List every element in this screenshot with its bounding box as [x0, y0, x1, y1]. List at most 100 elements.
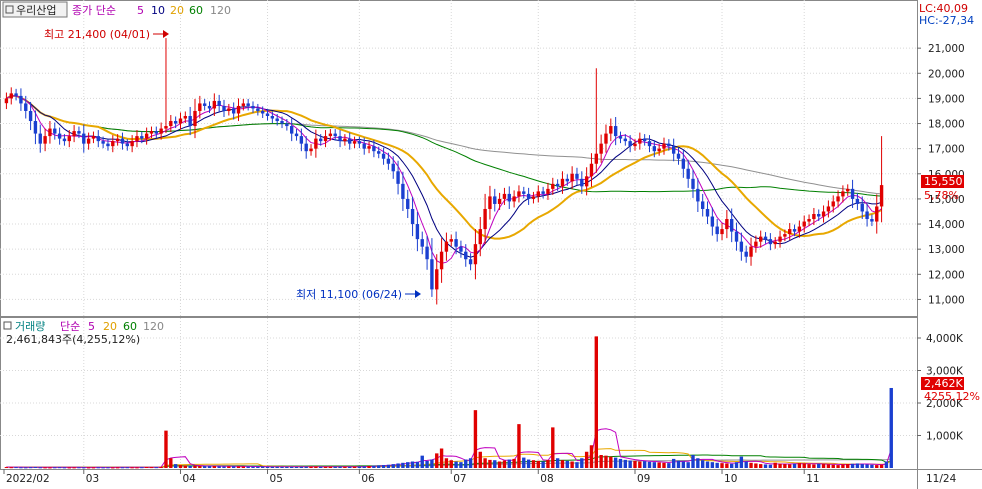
- volume-bar: [352, 466, 357, 468]
- volume-bar: [207, 466, 212, 468]
- volume-bar: [241, 466, 246, 468]
- volume-bar: [270, 466, 275, 468]
- volume-bar: [850, 463, 855, 468]
- candle-body: [28, 110, 33, 122]
- volume-bar: [449, 460, 453, 468]
- candle-body: [439, 251, 444, 270]
- volume-bar: [696, 458, 700, 468]
- candle-body: [783, 234, 787, 237]
- volume-bar: [111, 467, 115, 469]
- volume-bar: [613, 457, 618, 468]
- volume-bar: [584, 451, 589, 468]
- volume-bar: [560, 460, 565, 468]
- candle-body: [4, 98, 9, 104]
- volume-bar: [580, 458, 584, 468]
- volume-bar: [72, 467, 76, 469]
- volume-bar: [555, 458, 560, 468]
- candle-body: [425, 246, 429, 260]
- volume-bar: [773, 462, 777, 468]
- volume-bar: [652, 462, 657, 468]
- candle-body: [609, 126, 613, 134]
- date-tick-label: 11: [806, 473, 819, 485]
- volume-bar: [410, 461, 415, 468]
- candle-body: [396, 171, 400, 184]
- volume-bar: [202, 466, 207, 468]
- volume-bar: [604, 455, 608, 468]
- volume-bar: [575, 462, 579, 468]
- volume-bar: [439, 448, 444, 468]
- volume-bar: [246, 466, 250, 468]
- candle-body: [551, 183, 555, 189]
- volume-bar: [144, 467, 149, 469]
- candle-body: [323, 136, 328, 142]
- candle-body: [584, 176, 589, 187]
- volume-bar: [280, 466, 284, 468]
- candle-body: [623, 138, 628, 142]
- volume-bar: [464, 459, 468, 468]
- candle-body: [517, 191, 521, 197]
- stock-chart: 11,000 12,000 13,000 14,000 15,000 16,000 17,0…: [0, 0, 982, 489]
- candle-body: [449, 239, 453, 242]
- chart-canvas: 11,00012,00013,00014,00015,00016,00017,0…: [0, 0, 982, 489]
- volume-bar: [788, 464, 792, 468]
- volume-bar: [642, 461, 647, 468]
- candle-body: [260, 110, 265, 114]
- candle-body: [802, 221, 806, 227]
- volume-bar: [517, 424, 521, 468]
- volume-bar: [357, 466, 362, 468]
- candle-body: [667, 143, 671, 147]
- candle-body: [720, 229, 724, 235]
- candle-body: [526, 193, 531, 199]
- volume-bar: [589, 445, 594, 468]
- volume-bar: [638, 461, 642, 468]
- candle-body: [768, 239, 773, 245]
- candle-body: [115, 138, 120, 142]
- volume-bar: [290, 466, 294, 468]
- candle-body: [19, 95, 23, 104]
- price-tick-label: 11,000: [928, 294, 965, 306]
- volume-bar: [173, 464, 178, 468]
- volume-period-120: 120: [143, 320, 164, 333]
- candle-body: [82, 133, 86, 144]
- candle-body: [198, 103, 202, 111]
- candle-body: [270, 116, 275, 119]
- volume-bar: [478, 451, 482, 468]
- volume-bar: [164, 430, 168, 468]
- volume-bar: [691, 455, 695, 468]
- volume-bar: [57, 467, 62, 469]
- candle-body: [473, 244, 478, 265]
- candle-body: [633, 143, 637, 147]
- volume-bar: [594, 336, 598, 468]
- candle-body: [860, 203, 864, 212]
- date-tick-label: 09: [637, 473, 650, 485]
- candle-body: [154, 131, 158, 134]
- candle-body: [522, 191, 526, 194]
- candle-body: [671, 146, 676, 154]
- candle-body: [497, 198, 502, 204]
- volume-bar: [623, 459, 628, 468]
- volume-bar: [183, 465, 188, 468]
- volume-bar: [536, 460, 540, 468]
- volume-bar: [768, 464, 773, 468]
- candle-body: [676, 153, 681, 159]
- volume-bar: [9, 467, 13, 469]
- volume-label: 거래량: [15, 320, 45, 333]
- candle-body: [555, 183, 560, 187]
- candle-body: [164, 126, 168, 129]
- volume-bar: [415, 461, 420, 468]
- volume-bar: [323, 466, 328, 468]
- volume-bar: [879, 464, 884, 468]
- volume-bar: [734, 462, 739, 468]
- candle-body: [700, 201, 705, 209]
- candle-body: [352, 141, 357, 144]
- candle-body: [169, 121, 173, 127]
- volume-bar: [140, 467, 144, 469]
- volume-bar: [875, 465, 879, 468]
- candle-body: [589, 163, 594, 177]
- volume-bar: [860, 464, 864, 468]
- candle-body: [459, 246, 463, 252]
- volume-bar: [377, 465, 381, 468]
- volume-bar: [420, 455, 424, 468]
- volume-bar: [807, 464, 811, 468]
- candle-body: [812, 214, 816, 220]
